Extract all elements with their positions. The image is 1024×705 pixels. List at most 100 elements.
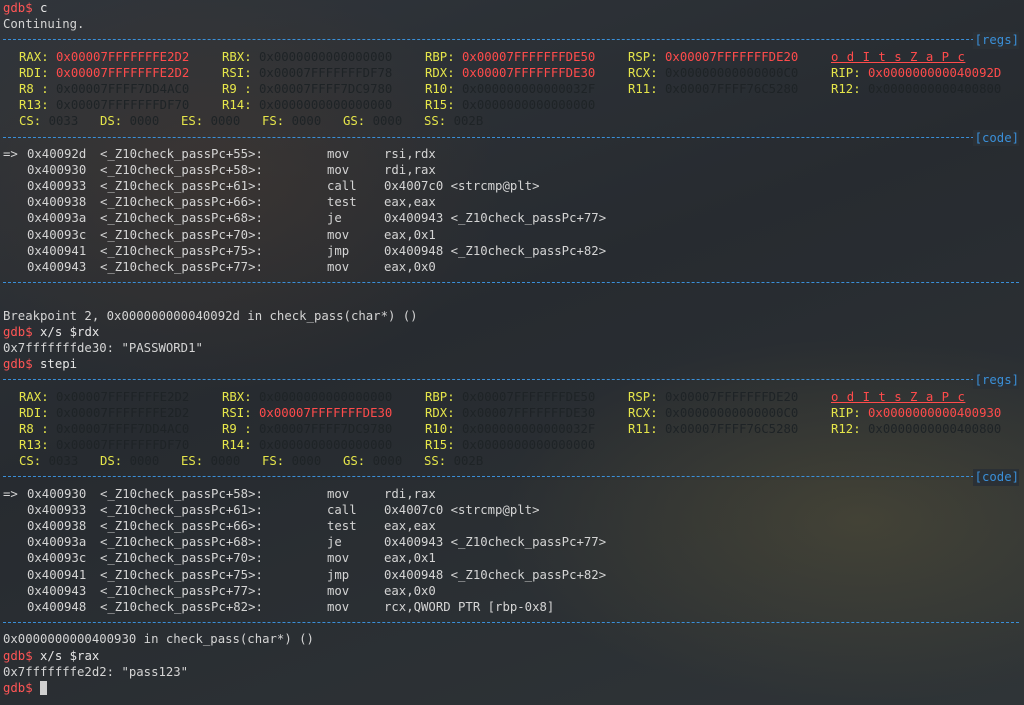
register-name: RBX: — [222, 389, 252, 404]
segment-row: CS: 0033 DS: 0000 ES: 0000 FS: 0000 GS: 0000… — [3, 453, 1021, 469]
segment-name: DS: — [100, 454, 123, 469]
regs-separator: [regs] — [3, 372, 1021, 389]
instruction-operands: rdi,rax — [384, 162, 436, 177]
register-cell: RAX: 0x00007FFFFFFFE2D2 — [19, 49, 189, 65]
regs-tag: [regs] — [972, 32, 1019, 49]
instruction-address: 0x400938 — [27, 195, 87, 210]
register-name: R13: — [19, 438, 49, 453]
end-separator — [3, 615, 1021, 631]
current-instruction: => 0x40092d <_Z10check_passPc+55>: mov rsi,… — [3, 146, 1021, 162]
segment-value: 0000 — [210, 114, 241, 129]
instruction-symbol: <_Z10check_passPc+77>: — [100, 583, 263, 598]
instruction-address: 0x40093c — [27, 227, 87, 242]
instruction-operands: eax,0x0 — [384, 260, 436, 274]
disassembly-panel: => 0x40092d <_Z10check_passPc+55>: mov rsi,… — [3, 146, 1021, 276]
instruction-operands: rdi,rax — [384, 486, 436, 501]
register-value: 0x0000000000000000 — [462, 438, 596, 453]
segment-name: CS: — [19, 454, 42, 469]
empty-line — [3, 291, 1021, 307]
register-name: R14: — [222, 438, 252, 453]
segment-name: FS: — [262, 454, 285, 469]
register-name: R12: — [831, 421, 861, 436]
register-value: 0x00007FFFFFFFE2D2 — [56, 65, 190, 80]
register-value: 0x00007FFFFFFFDE30 — [259, 405, 393, 420]
instruction-operands: 0x4007c0 <strcmp@plt> — [384, 179, 540, 194]
register-value: 0x00007FFFF76C5280 — [665, 421, 799, 436]
instruction-row: 0x400943 <_Z10check_passPc+77>: mov eax,0x0 — [3, 583, 1021, 599]
pc-arrow — [3, 534, 25, 550]
instruction-operands: 0x400948 <_Z10check_passPc+82> — [384, 567, 607, 582]
gdb-terminal[interactable]: gdb$ c Continuing. [regs] RAX: 0x00007FF… — [3, 0, 1021, 696]
instruction-mnemonic: je — [327, 211, 342, 226]
eflags-value: o d I t s Z a P c — [831, 389, 965, 405]
instruction-mnemonic: call — [327, 179, 357, 194]
segment-value: 0033 — [48, 454, 79, 469]
instruction-row: 0x400938 <_Z10check_passPc+66>: test eax,ea… — [3, 194, 1021, 210]
register-cell: RDX: 0x00007FFFFFFFDE30 — [425, 405, 595, 421]
pc-arrow — [3, 243, 25, 259]
instruction-operands: eax,eax — [384, 195, 436, 210]
segment-value: 0000 — [210, 454, 241, 469]
instruction-operands: 0x4007c0 <strcmp@plt> — [384, 502, 540, 517]
register-name: R10: — [425, 421, 455, 436]
register-row: R8 : 0x00007FFFF7DD4AC0 R9 : 0x00007FFFF7… — [3, 81, 1021, 97]
instruction-symbol: <_Z10check_passPc+68>: — [100, 211, 263, 226]
register-cell: R9 : 0x00007FFFF7DC9780 — [222, 81, 392, 97]
segment-value: 0000 — [372, 454, 403, 469]
instruction-operands: eax,0x1 — [384, 227, 436, 242]
register-name: RIP: — [831, 65, 861, 80]
pc-arrow: => — [3, 486, 26, 501]
register-value: 0x00007FFFFFFFE2D2 — [56, 49, 190, 64]
segment-name: FS: — [262, 114, 285, 129]
instruction-symbol: <_Z10check_passPc+70>: — [100, 551, 263, 566]
register-cell: RBP: 0x00007FFFFFFFDE50 — [425, 389, 595, 405]
register-value: 0x000000000000032F — [462, 81, 596, 96]
segment-value: 0033 — [48, 114, 79, 129]
register-name: R13: — [19, 98, 49, 113]
instruction-row: 0x40093a <_Z10check_passPc+68>: je 0x400943… — [3, 534, 1021, 550]
instruction-row: 0x400938 <_Z10check_passPc+66>: test eax,ea… — [3, 518, 1021, 534]
instruction-symbol: <_Z10check_passPc+66>: — [100, 519, 263, 533]
register-name: RBP: — [425, 389, 455, 404]
register-name: R15: — [425, 98, 455, 113]
instruction-mnemonic: jmp — [327, 243, 350, 258]
stop-line: 0x0000000000400930 in check_pass(char*) … — [3, 632, 314, 647]
register-cell: RDI: 0x00007FFFFFFFE2D2 — [19, 65, 189, 81]
register-row: RDI: 0x00007FFFFFFFE2D2 RSI: 0x00007FFFFF… — [3, 65, 1021, 81]
segment-cell: FS: 0000 — [262, 113, 321, 129]
output-line: 0x7fffffffe2d2: "pass123" — [3, 664, 189, 679]
register-name: R14: — [222, 98, 252, 113]
register-cell: R13: 0x00007FFFFFFFDF70 — [19, 97, 189, 113]
regs-tag: [regs] — [972, 372, 1019, 389]
code-tag: [code] — [972, 469, 1019, 486]
instruction-mnemonic: mov — [327, 551, 350, 566]
instruction-operands: rsi,rdx — [384, 146, 436, 161]
instruction-mnemonic: mov — [327, 486, 350, 501]
instruction-address: 0x400933 — [27, 502, 87, 517]
eflags-value: o d I t s Z a P c — [831, 49, 965, 65]
register-value: 0x00007FFFFFFFDE30 — [462, 405, 596, 420]
pc-arrow — [3, 259, 25, 275]
instruction-mnemonic: call — [327, 502, 357, 517]
register-name: RAX: — [19, 389, 49, 404]
instruction-row: 0x400941 <_Z10check_passPc+75>: jmp 0x40094… — [3, 567, 1021, 583]
segment-name: DS: — [100, 114, 123, 129]
end-separator — [3, 275, 1021, 291]
instruction-address: 0x400943 — [27, 260, 87, 274]
register-cell: R13: 0x00007FFFFFFFDF70 — [19, 437, 189, 453]
segment-value: 0000 — [129, 454, 160, 469]
text-cursor[interactable] — [40, 680, 48, 695]
instruction-operands: 0x400943 <_Z10check_passPc+77> — [384, 535, 607, 550]
register-cell: R15: 0x0000000000000000 — [425, 97, 595, 113]
instruction-row: 0x40093c <_Z10check_passPc+70>: mov eax,0x1 — [3, 227, 1021, 243]
register-row: R13: 0x00007FFFFFFFDF70 R14: 0x0000000000… — [3, 437, 1021, 453]
register-cell: RSP: 0x00007FFFFFFFDE20 — [628, 49, 798, 65]
instruction-address: 0x400941 — [27, 243, 87, 258]
instruction-symbol: <_Z10check_passPc+55>: — [100, 146, 263, 161]
register-name: R8 : — [19, 421, 49, 436]
instruction-symbol: <_Z10check_passPc+75>: — [100, 243, 263, 258]
pc-arrow — [3, 194, 25, 210]
register-cell: R10: 0x000000000000032F — [425, 421, 595, 437]
gdb-prompt: gdb$ — [3, 357, 33, 372]
instruction-row: 0x40093a <_Z10check_passPc+68>: je 0x400943… — [3, 210, 1021, 226]
